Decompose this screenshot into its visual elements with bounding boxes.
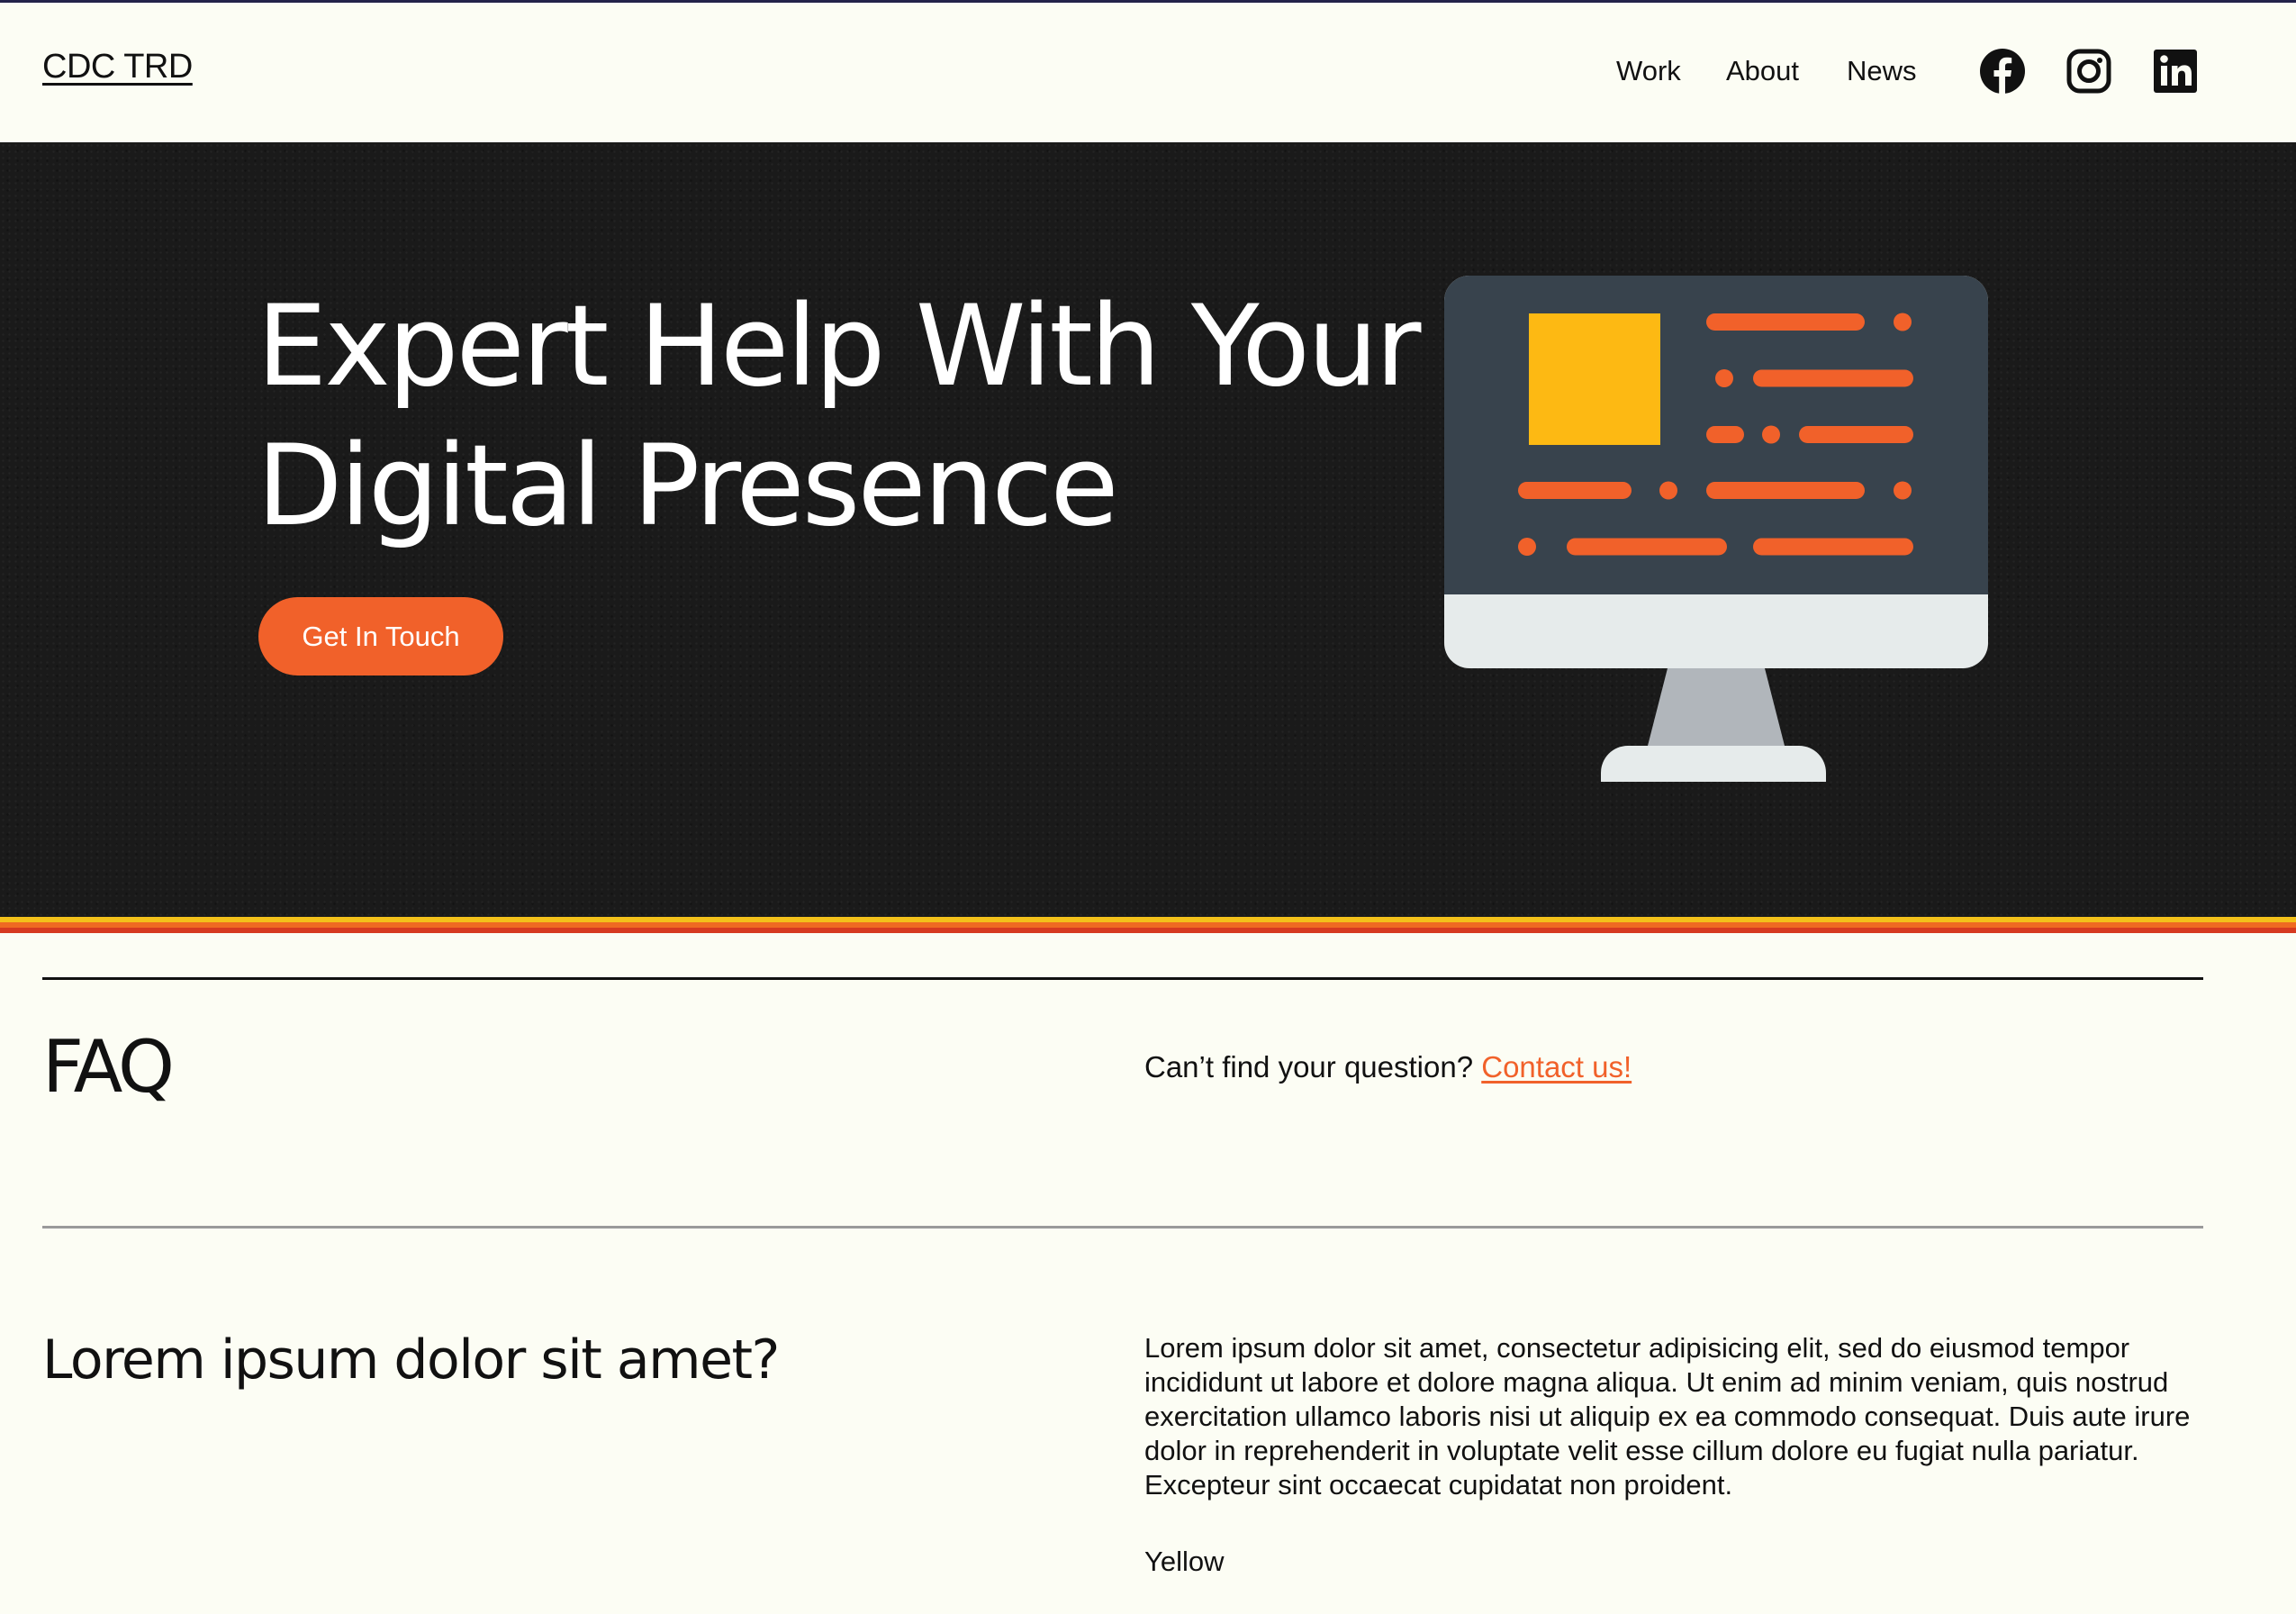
faq-prompt-text: Can’t find your question?	[1144, 1050, 1474, 1084]
site-header: CDC TRD Work About News	[0, 3, 2296, 142]
contact-us-link[interactable]: Contact us!	[1481, 1050, 1632, 1084]
nav-about[interactable]: About	[1726, 55, 1799, 87]
faq-prompt: Can’t find your question? Contact us!	[1144, 1050, 1632, 1084]
hero-bottom-stripe	[0, 917, 2296, 933]
nav-news[interactable]: News	[1847, 55, 1917, 87]
hero-section: Expert Help With Your Digital Presence G…	[0, 142, 2296, 919]
faq-answer: Lorem ipsum dolor sit amet, consectetur …	[1144, 1332, 2191, 1501]
site-logo[interactable]: CDC TRD	[42, 48, 193, 86]
nav-work[interactable]: Work	[1616, 55, 1681, 87]
linkedin-icon[interactable]	[2152, 48, 2199, 95]
faq-divider	[42, 1226, 2203, 1229]
get-in-touch-button[interactable]: Get In Touch	[258, 597, 503, 676]
faq-answer-extra: Yellow	[1144, 1546, 1225, 1577]
faq-question[interactable]: Lorem ipsum dolor sit amet?	[42, 1328, 780, 1392]
facebook-icon[interactable]	[1979, 48, 2026, 95]
hero-title: Expert Help With Your Digital Presence	[257, 282, 1422, 551]
faq-heading: FAQ	[42, 1025, 175, 1109]
instagram-icon[interactable]	[2065, 48, 2112, 95]
desktop-computer-icon	[1441, 276, 1999, 802]
section-divider	[42, 977, 2203, 980]
